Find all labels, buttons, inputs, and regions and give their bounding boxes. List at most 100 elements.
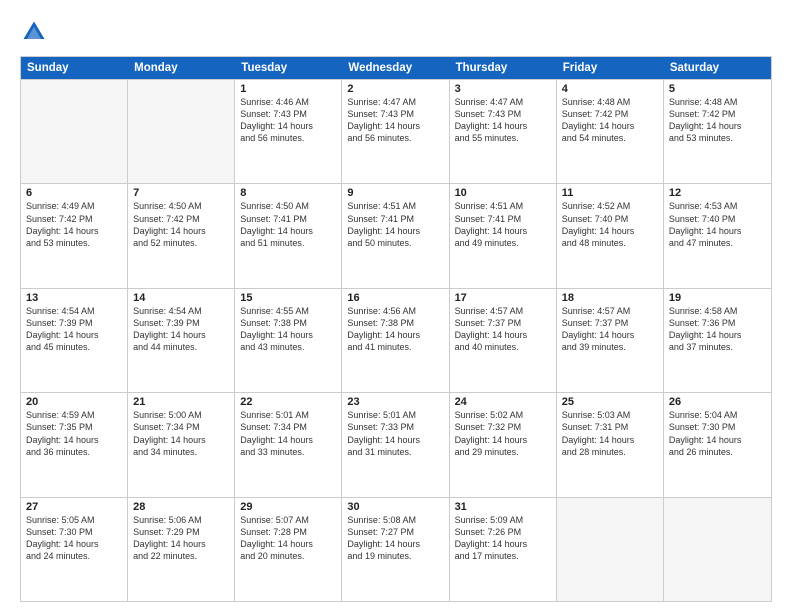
calendar-header: SundayMondayTuesdayWednesdayThursdayFrid… [21, 57, 771, 79]
day-number: 31 [455, 501, 551, 513]
weekday-header: Tuesday [235, 57, 342, 79]
cell-info: Sunrise: 4:46 AM Sunset: 7:43 PM Dayligh… [240, 96, 336, 145]
calendar-cell: 20Sunrise: 4:59 AM Sunset: 7:35 PM Dayli… [21, 393, 128, 496]
logo [20, 18, 52, 46]
day-number: 8 [240, 187, 336, 199]
day-number: 16 [347, 292, 443, 304]
calendar-cell: 13Sunrise: 4:54 AM Sunset: 7:39 PM Dayli… [21, 289, 128, 392]
calendar-cell: 22Sunrise: 5:01 AM Sunset: 7:34 PM Dayli… [235, 393, 342, 496]
weekday-header: Monday [128, 57, 235, 79]
calendar-cell: 10Sunrise: 4:51 AM Sunset: 7:41 PM Dayli… [450, 184, 557, 287]
day-number: 29 [240, 501, 336, 513]
day-number: 20 [26, 396, 122, 408]
calendar-cell: 12Sunrise: 4:53 AM Sunset: 7:40 PM Dayli… [664, 184, 771, 287]
calendar-cell: 4Sunrise: 4:48 AM Sunset: 7:42 PM Daylig… [557, 80, 664, 183]
calendar-cell: 7Sunrise: 4:50 AM Sunset: 7:42 PM Daylig… [128, 184, 235, 287]
day-number: 12 [669, 187, 766, 199]
day-number: 10 [455, 187, 551, 199]
calendar-cell: 27Sunrise: 5:05 AM Sunset: 7:30 PM Dayli… [21, 498, 128, 601]
calendar-cell: 26Sunrise: 5:04 AM Sunset: 7:30 PM Dayli… [664, 393, 771, 496]
cell-info: Sunrise: 5:09 AM Sunset: 7:26 PM Dayligh… [455, 514, 551, 563]
weekday-header: Sunday [21, 57, 128, 79]
cell-info: Sunrise: 4:50 AM Sunset: 7:41 PM Dayligh… [240, 200, 336, 249]
calendar-cell [128, 80, 235, 183]
cell-info: Sunrise: 5:04 AM Sunset: 7:30 PM Dayligh… [669, 409, 766, 458]
weekday-header: Friday [557, 57, 664, 79]
day-number: 1 [240, 83, 336, 95]
cell-info: Sunrise: 4:47 AM Sunset: 7:43 PM Dayligh… [455, 96, 551, 145]
cell-info: Sunrise: 5:01 AM Sunset: 7:33 PM Dayligh… [347, 409, 443, 458]
calendar-cell: 25Sunrise: 5:03 AM Sunset: 7:31 PM Dayli… [557, 393, 664, 496]
cell-info: Sunrise: 4:53 AM Sunset: 7:40 PM Dayligh… [669, 200, 766, 249]
day-number: 27 [26, 501, 122, 513]
cell-info: Sunrise: 4:55 AM Sunset: 7:38 PM Dayligh… [240, 305, 336, 354]
day-number: 9 [347, 187, 443, 199]
cell-info: Sunrise: 4:54 AM Sunset: 7:39 PM Dayligh… [133, 305, 229, 354]
day-number: 19 [669, 292, 766, 304]
cell-info: Sunrise: 4:48 AM Sunset: 7:42 PM Dayligh… [562, 96, 658, 145]
calendar-cell: 29Sunrise: 5:07 AM Sunset: 7:28 PM Dayli… [235, 498, 342, 601]
weekday-header: Saturday [664, 57, 771, 79]
calendar-cell [664, 498, 771, 601]
calendar: SundayMondayTuesdayWednesdayThursdayFrid… [20, 56, 772, 602]
calendar-cell: 30Sunrise: 5:08 AM Sunset: 7:27 PM Dayli… [342, 498, 449, 601]
calendar-cell: 9Sunrise: 4:51 AM Sunset: 7:41 PM Daylig… [342, 184, 449, 287]
day-number: 11 [562, 187, 658, 199]
day-number: 4 [562, 83, 658, 95]
calendar-row: 27Sunrise: 5:05 AM Sunset: 7:30 PM Dayli… [21, 497, 771, 601]
cell-info: Sunrise: 4:50 AM Sunset: 7:42 PM Dayligh… [133, 200, 229, 249]
calendar-cell: 18Sunrise: 4:57 AM Sunset: 7:37 PM Dayli… [557, 289, 664, 392]
cell-info: Sunrise: 5:07 AM Sunset: 7:28 PM Dayligh… [240, 514, 336, 563]
day-number: 17 [455, 292, 551, 304]
cell-info: Sunrise: 5:08 AM Sunset: 7:27 PM Dayligh… [347, 514, 443, 563]
cell-info: Sunrise: 4:56 AM Sunset: 7:38 PM Dayligh… [347, 305, 443, 354]
cell-info: Sunrise: 5:00 AM Sunset: 7:34 PM Dayligh… [133, 409, 229, 458]
calendar-cell: 24Sunrise: 5:02 AM Sunset: 7:32 PM Dayli… [450, 393, 557, 496]
calendar-cell: 23Sunrise: 5:01 AM Sunset: 7:33 PM Dayli… [342, 393, 449, 496]
cell-info: Sunrise: 5:05 AM Sunset: 7:30 PM Dayligh… [26, 514, 122, 563]
cell-info: Sunrise: 4:58 AM Sunset: 7:36 PM Dayligh… [669, 305, 766, 354]
day-number: 23 [347, 396, 443, 408]
cell-info: Sunrise: 4:57 AM Sunset: 7:37 PM Dayligh… [455, 305, 551, 354]
cell-info: Sunrise: 4:48 AM Sunset: 7:42 PM Dayligh… [669, 96, 766, 145]
logo-icon [20, 18, 48, 46]
cell-info: Sunrise: 4:51 AM Sunset: 7:41 PM Dayligh… [347, 200, 443, 249]
cell-info: Sunrise: 4:47 AM Sunset: 7:43 PM Dayligh… [347, 96, 443, 145]
calendar-row: 13Sunrise: 4:54 AM Sunset: 7:39 PM Dayli… [21, 288, 771, 392]
cell-info: Sunrise: 4:59 AM Sunset: 7:35 PM Dayligh… [26, 409, 122, 458]
calendar-cell: 17Sunrise: 4:57 AM Sunset: 7:37 PM Dayli… [450, 289, 557, 392]
header [20, 18, 772, 46]
calendar-cell: 3Sunrise: 4:47 AM Sunset: 7:43 PM Daylig… [450, 80, 557, 183]
weekday-header: Thursday [450, 57, 557, 79]
day-number: 6 [26, 187, 122, 199]
calendar-row: 20Sunrise: 4:59 AM Sunset: 7:35 PM Dayli… [21, 392, 771, 496]
cell-info: Sunrise: 4:54 AM Sunset: 7:39 PM Dayligh… [26, 305, 122, 354]
calendar-cell: 15Sunrise: 4:55 AM Sunset: 7:38 PM Dayli… [235, 289, 342, 392]
calendar-cell: 2Sunrise: 4:47 AM Sunset: 7:43 PM Daylig… [342, 80, 449, 183]
day-number: 21 [133, 396, 229, 408]
calendar-cell [21, 80, 128, 183]
day-number: 7 [133, 187, 229, 199]
cell-info: Sunrise: 5:03 AM Sunset: 7:31 PM Dayligh… [562, 409, 658, 458]
calendar-cell: 5Sunrise: 4:48 AM Sunset: 7:42 PM Daylig… [664, 80, 771, 183]
day-number: 30 [347, 501, 443, 513]
day-number: 22 [240, 396, 336, 408]
calendar-cell: 16Sunrise: 4:56 AM Sunset: 7:38 PM Dayli… [342, 289, 449, 392]
cell-info: Sunrise: 4:51 AM Sunset: 7:41 PM Dayligh… [455, 200, 551, 249]
calendar-cell: 31Sunrise: 5:09 AM Sunset: 7:26 PM Dayli… [450, 498, 557, 601]
page: SundayMondayTuesdayWednesdayThursdayFrid… [0, 0, 792, 612]
calendar-row: 1Sunrise: 4:46 AM Sunset: 7:43 PM Daylig… [21, 79, 771, 183]
cell-info: Sunrise: 4:57 AM Sunset: 7:37 PM Dayligh… [562, 305, 658, 354]
calendar-body: 1Sunrise: 4:46 AM Sunset: 7:43 PM Daylig… [21, 79, 771, 601]
weekday-header: Wednesday [342, 57, 449, 79]
cell-info: Sunrise: 5:02 AM Sunset: 7:32 PM Dayligh… [455, 409, 551, 458]
calendar-cell: 6Sunrise: 4:49 AM Sunset: 7:42 PM Daylig… [21, 184, 128, 287]
cell-info: Sunrise: 4:49 AM Sunset: 7:42 PM Dayligh… [26, 200, 122, 249]
calendar-cell: 28Sunrise: 5:06 AM Sunset: 7:29 PM Dayli… [128, 498, 235, 601]
cell-info: Sunrise: 5:01 AM Sunset: 7:34 PM Dayligh… [240, 409, 336, 458]
cell-info: Sunrise: 5:06 AM Sunset: 7:29 PM Dayligh… [133, 514, 229, 563]
calendar-cell: 19Sunrise: 4:58 AM Sunset: 7:36 PM Dayli… [664, 289, 771, 392]
day-number: 24 [455, 396, 551, 408]
day-number: 28 [133, 501, 229, 513]
day-number: 25 [562, 396, 658, 408]
